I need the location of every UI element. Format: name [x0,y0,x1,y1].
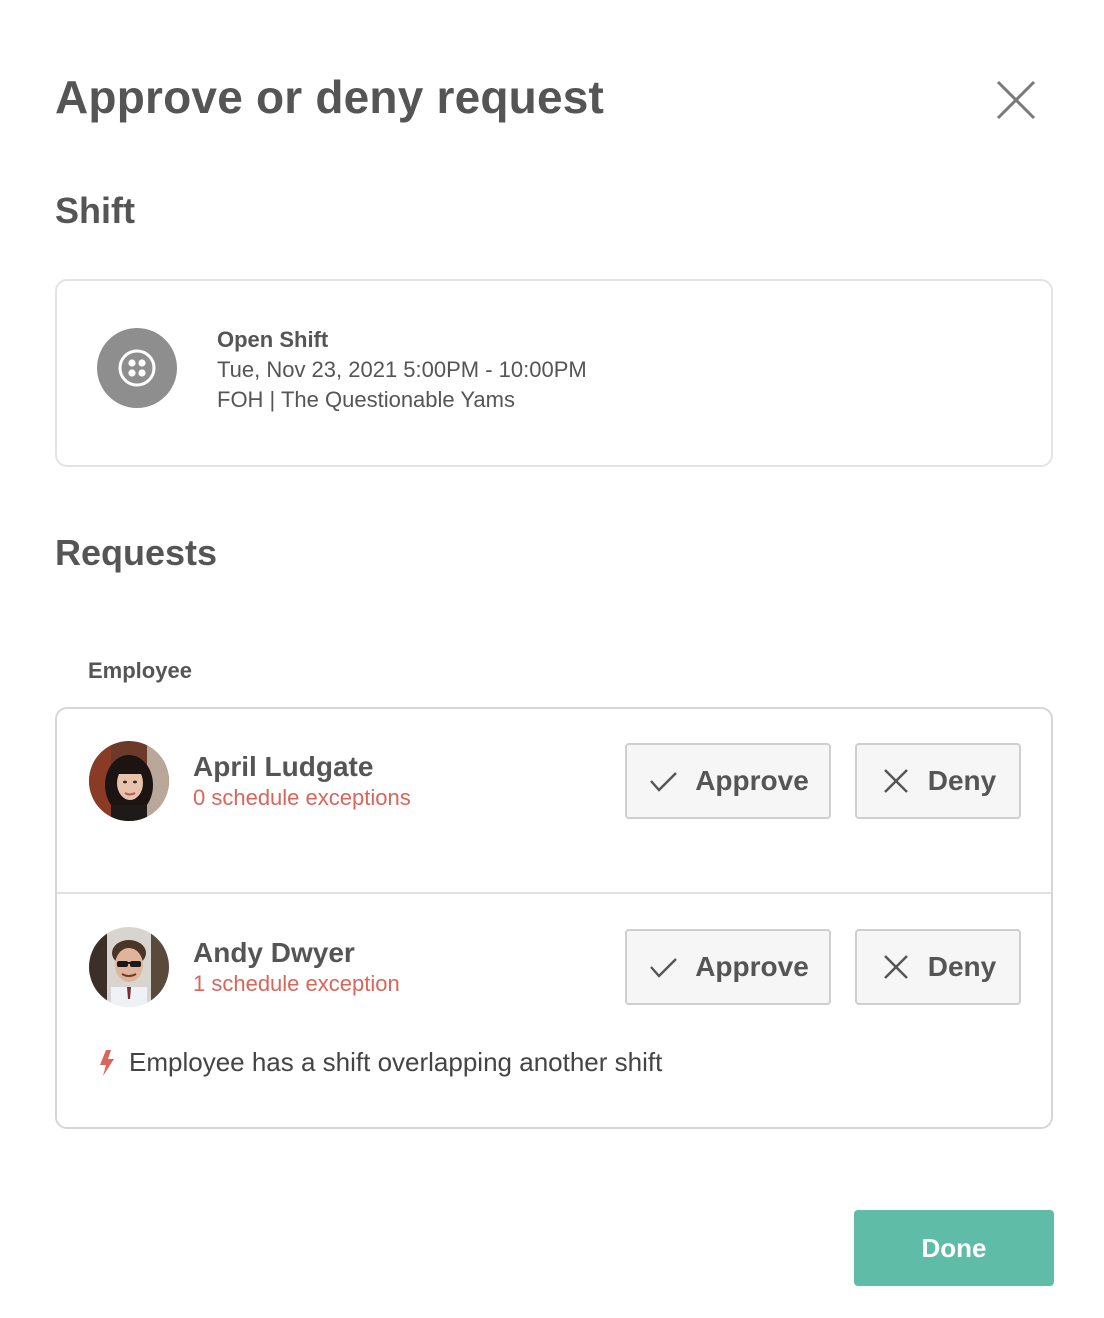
close-icon [996,80,1036,120]
close-button[interactable] [994,78,1038,122]
avatar [89,741,169,821]
deny-button-label: Deny [927,951,997,982]
employee-column-label: Employee [88,658,192,683]
shift-name: Open Shift [217,327,329,352]
employee-name: April Ludgate [193,751,374,782]
x-icon [883,955,908,979]
employee-name: Andy Dwyer [193,937,355,968]
schedule-exceptions[interactable]: 1 schedule exception [193,971,400,997]
deny-button-label: Deny [927,765,997,796]
shift-card: Open Shift Tue, Nov 23, 2021 5:00PM - 10… [55,279,1053,467]
page-title: Approve or deny request [55,71,605,123]
approve-button[interactable]: Approve [625,743,831,819]
request-row: Andy Dwyer 1 schedule exception Approve … [57,895,1051,1127]
shift-location: FOH | The Questionable Yams [217,387,515,412]
exception-warning: Employee has a shift overlapping another… [97,1047,662,1078]
requests-table: April Ludgate 0 schedule exceptions Appr… [55,707,1053,1129]
approve-button-label: Approve [695,951,809,982]
deny-button[interactable]: Deny [855,743,1021,819]
warning-text: Employee has a shift overlapping another… [129,1047,663,1077]
avatar-andy [89,927,169,1007]
shift-heading: Shift [55,190,135,231]
shift-datetime: Tue, Nov 23, 2021 5:00PM - 10:00PM [217,357,587,382]
approve-button-label: Approve [695,765,809,796]
shift-avatar [97,328,177,408]
request-row: April Ludgate 0 schedule exceptions Appr… [57,709,1051,894]
done-button[interactable]: Done [854,1210,1054,1286]
x-icon [883,769,908,793]
requests-heading: Requests [55,532,218,573]
check-icon [650,772,678,792]
open-shift-icon [118,349,156,387]
shift-info: Open Shift Tue, Nov 23, 2021 5:00PM - 10… [217,325,587,415]
lightning-icon [100,1049,114,1076]
deny-button[interactable]: Deny [855,929,1021,1005]
approve-button[interactable]: Approve [625,929,831,1005]
avatar [89,927,169,1007]
avatar-april [89,741,169,821]
schedule-exceptions[interactable]: 0 schedule exceptions [193,785,411,811]
check-icon [650,958,678,978]
done-button-label: Done [921,1232,987,1263]
